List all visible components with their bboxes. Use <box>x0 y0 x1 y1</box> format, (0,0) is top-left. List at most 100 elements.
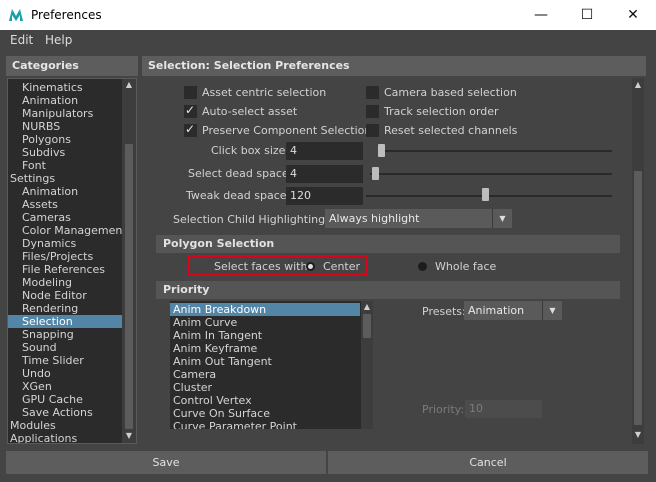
reset-selected-channels-checkbox[interactable] <box>366 124 379 137</box>
categories-list[interactable]: Kinematics Animation Manipulators NURBS … <box>7 78 137 444</box>
select-dead-space-slider[interactable] <box>370 173 612 175</box>
category-item[interactable]: Settings <box>8 172 122 185</box>
close-button[interactable]: ✕ <box>610 0 656 30</box>
presets-label: Presets: <box>422 305 466 318</box>
category-item[interactable]: Cameras <box>8 211 122 224</box>
category-item[interactable]: Animation <box>8 185 122 198</box>
center-radio[interactable] <box>306 262 315 271</box>
whole-face-radio[interactable] <box>418 262 427 271</box>
minimize-button[interactable]: — <box>518 0 564 30</box>
priority-item[interactable]: Anim In Tangent <box>170 329 360 342</box>
categories-header: Categories <box>6 56 138 76</box>
auto-select-asset-checkbox[interactable] <box>184 103 197 118</box>
category-item[interactable]: Applications <box>8 432 122 443</box>
scroll-up-arrow-icon[interactable]: ▲ <box>122 80 136 90</box>
cancel-button[interactable]: Cancel <box>328 451 648 474</box>
priority-item[interactable]: Anim Out Tangent <box>170 355 360 368</box>
category-item[interactable]: Save Actions <box>8 406 122 419</box>
priority-item-selected[interactable]: Anim Breakdown <box>170 303 360 316</box>
priority-label: Priority: <box>422 403 465 416</box>
category-item[interactable]: Color Management <box>8 224 127 237</box>
tweak-dead-space-slider[interactable] <box>366 195 612 197</box>
priority-item[interactable]: Cluster <box>170 381 360 394</box>
category-item[interactable]: Rendering <box>8 302 122 315</box>
camera-based-checkbox[interactable] <box>366 86 379 99</box>
scroll-thumb[interactable] <box>125 144 133 429</box>
categories-scrollbar[interactable]: ▲ ▼ <box>122 79 136 443</box>
tweak-dead-space-field[interactable]: 120 <box>286 187 363 205</box>
panel-scrollbar[interactable]: ▲ ▼ <box>632 78 644 444</box>
priority-header: Priority <box>156 281 620 299</box>
priority-scrollbar[interactable]: ▲ <box>361 301 373 429</box>
scroll-up-arrow-icon[interactable]: ▲ <box>632 80 644 90</box>
category-item[interactable]: Modules <box>8 419 122 432</box>
child-highlighting-label: Selection Child Highlighting: <box>173 213 329 226</box>
category-item[interactable]: Assets <box>8 198 122 211</box>
scroll-up-arrow-icon[interactable]: ▲ <box>361 302 373 312</box>
click-box-size-slider[interactable] <box>378 150 612 152</box>
chevron-down-icon[interactable]: ▼ <box>542 301 562 320</box>
category-item[interactable]: Undo <box>8 367 122 380</box>
scroll-thumb[interactable] <box>634 171 642 425</box>
category-item[interactable]: Sound <box>8 341 122 354</box>
priority-item[interactable]: Control Vertex <box>170 394 360 407</box>
priority-item[interactable]: Curve On Surface <box>170 407 360 420</box>
priority-item[interactable]: Anim Keyframe <box>170 342 360 355</box>
child-highlighting-dropdown[interactable]: Always highlight <box>325 209 493 228</box>
category-item[interactable]: Subdivs <box>8 146 122 159</box>
category-item[interactable]: Dynamics <box>8 237 122 250</box>
minimize-icon: — <box>534 7 548 23</box>
category-item[interactable]: Animation <box>8 94 122 107</box>
menu-edit[interactable]: Edit <box>10 33 33 47</box>
click-box-size-field[interactable]: 4 <box>286 142 363 160</box>
category-item[interactable]: Font <box>8 159 122 172</box>
category-item[interactable]: Modeling <box>8 276 122 289</box>
menu-bar: Edit Help <box>0 30 656 52</box>
save-button[interactable]: Save <box>6 451 326 474</box>
selection-preferences-panel: Asset centric selection Camera based sel… <box>142 78 646 444</box>
category-item[interactable]: Node Editor <box>8 289 122 302</box>
priority-item[interactable]: Curve Parameter Point <box>170 420 360 429</box>
category-item[interactable]: Snapping <box>8 328 122 341</box>
preserve-component-selections-checkbox[interactable] <box>184 122 197 137</box>
category-item-selected[interactable]: Selection <box>8 315 122 328</box>
category-item[interactable]: NURBS <box>8 120 122 133</box>
category-item[interactable]: Polygons <box>8 133 122 146</box>
scroll-down-arrow-icon[interactable]: ▼ <box>122 431 136 441</box>
polygon-selection-header: Polygon Selection <box>156 235 620 253</box>
slider-handle[interactable] <box>378 144 385 157</box>
menu-help[interactable]: Help <box>45 33 72 47</box>
chevron-down-icon[interactable]: ▼ <box>492 209 512 228</box>
slider-label: Tweak dead space: <box>186 189 291 202</box>
window-title: Preferences <box>31 8 102 22</box>
category-item[interactable]: File References <box>8 263 122 276</box>
scroll-thumb[interactable] <box>363 314 371 338</box>
slider-label: Click box size: <box>211 144 290 157</box>
priority-list[interactable]: Anim Breakdown Anim Curve Anim In Tangen… <box>170 301 373 429</box>
scroll-down-arrow-icon[interactable]: ▼ <box>632 430 644 440</box>
category-item[interactable]: Kinematics <box>8 81 122 94</box>
priority-item[interactable]: Anim Curve <box>170 316 360 329</box>
checkbox-label: Track selection order <box>384 105 499 118</box>
slider-handle[interactable] <box>482 188 489 201</box>
priority-item[interactable]: Camera <box>170 368 360 381</box>
radio-label: Whole face <box>435 260 497 273</box>
slider-label: Select dead space: <box>188 167 293 180</box>
checkbox-label: Reset selected channels <box>384 124 518 137</box>
category-item[interactable]: XGen <box>8 380 122 393</box>
section-header: Selection: Selection Preferences <box>142 56 646 76</box>
asset-centric-checkbox[interactable] <box>184 86 197 99</box>
maximize-button[interactable]: ☐ <box>564 0 610 30</box>
checkbox-label: Auto-select asset <box>202 105 298 118</box>
maya-app-icon <box>9 9 23 21</box>
track-selection-order-checkbox[interactable] <box>366 105 379 118</box>
category-item[interactable]: Files/Projects <box>8 250 122 263</box>
radio-label: Center <box>323 260 361 273</box>
category-item[interactable]: GPU Cache <box>8 393 122 406</box>
priority-field: 10 <box>465 400 542 418</box>
category-item[interactable]: Time Slider <box>8 354 122 367</box>
presets-dropdown[interactable]: Animation <box>464 301 544 320</box>
select-dead-space-field[interactable]: 4 <box>286 165 363 183</box>
slider-handle[interactable] <box>372 167 379 180</box>
category-item[interactable]: Manipulators <box>8 107 122 120</box>
